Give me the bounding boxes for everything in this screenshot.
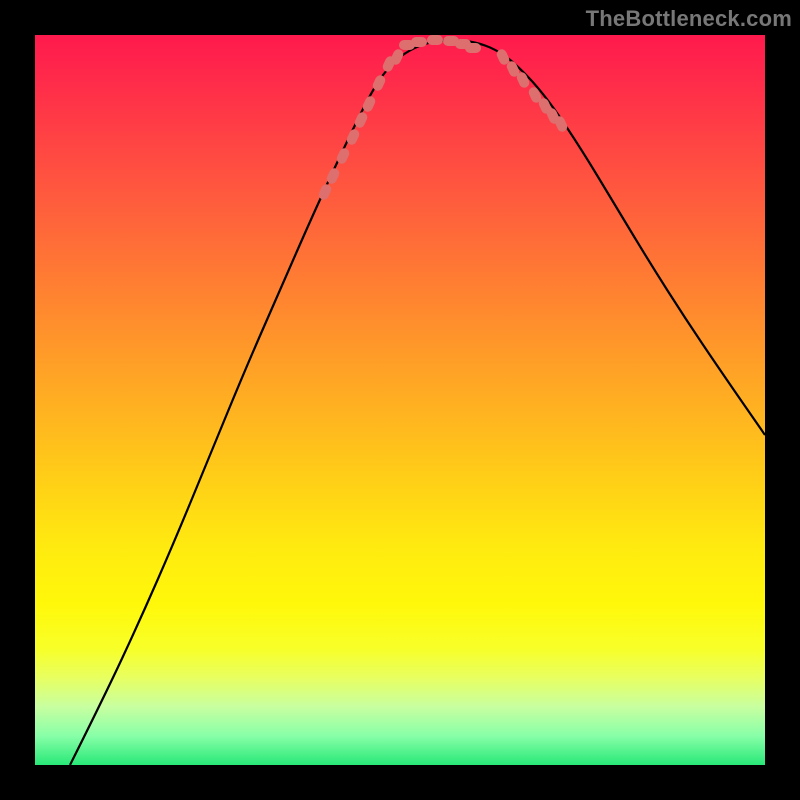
marker-dot bbox=[345, 128, 361, 147]
curve-line bbox=[70, 40, 765, 765]
marker-group bbox=[317, 35, 569, 201]
chart-frame: TheBottleneck.com bbox=[0, 0, 800, 800]
chart-svg bbox=[35, 35, 765, 765]
plot-area bbox=[35, 35, 765, 765]
marker-dot bbox=[411, 37, 427, 47]
watermark-text: TheBottleneck.com bbox=[586, 6, 792, 32]
marker-dot bbox=[361, 95, 377, 114]
marker-dot bbox=[427, 35, 443, 45]
marker-dot bbox=[465, 43, 481, 53]
